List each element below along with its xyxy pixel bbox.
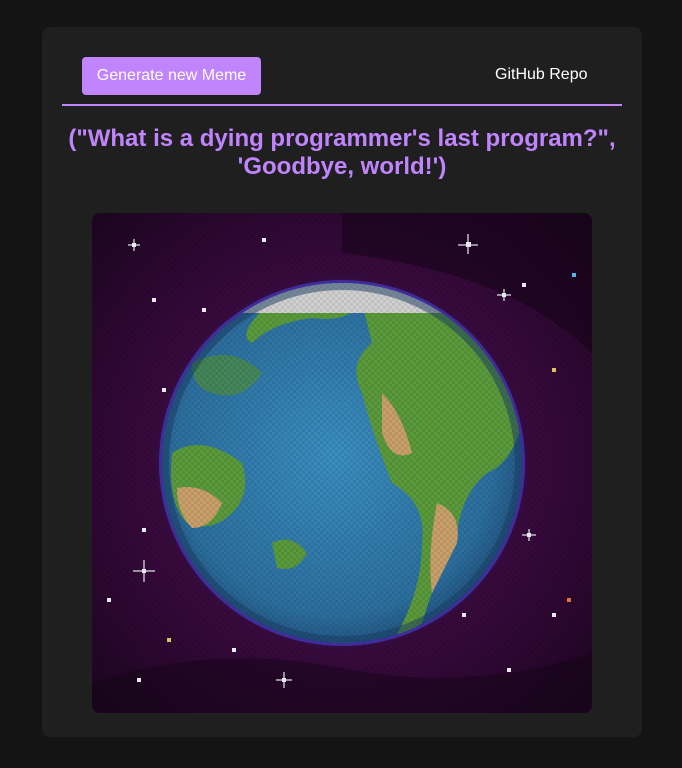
header-divider bbox=[62, 104, 622, 106]
meme-image bbox=[92, 213, 592, 713]
github-repo-link[interactable]: GitHub Repo bbox=[495, 66, 588, 84]
meme-card: Generate new Meme GitHub Repo ("What is … bbox=[42, 27, 642, 737]
meme-text: ("What is a dying programmer's last prog… bbox=[68, 125, 616, 180]
generate-meme-button[interactable]: Generate new Meme bbox=[82, 57, 261, 95]
